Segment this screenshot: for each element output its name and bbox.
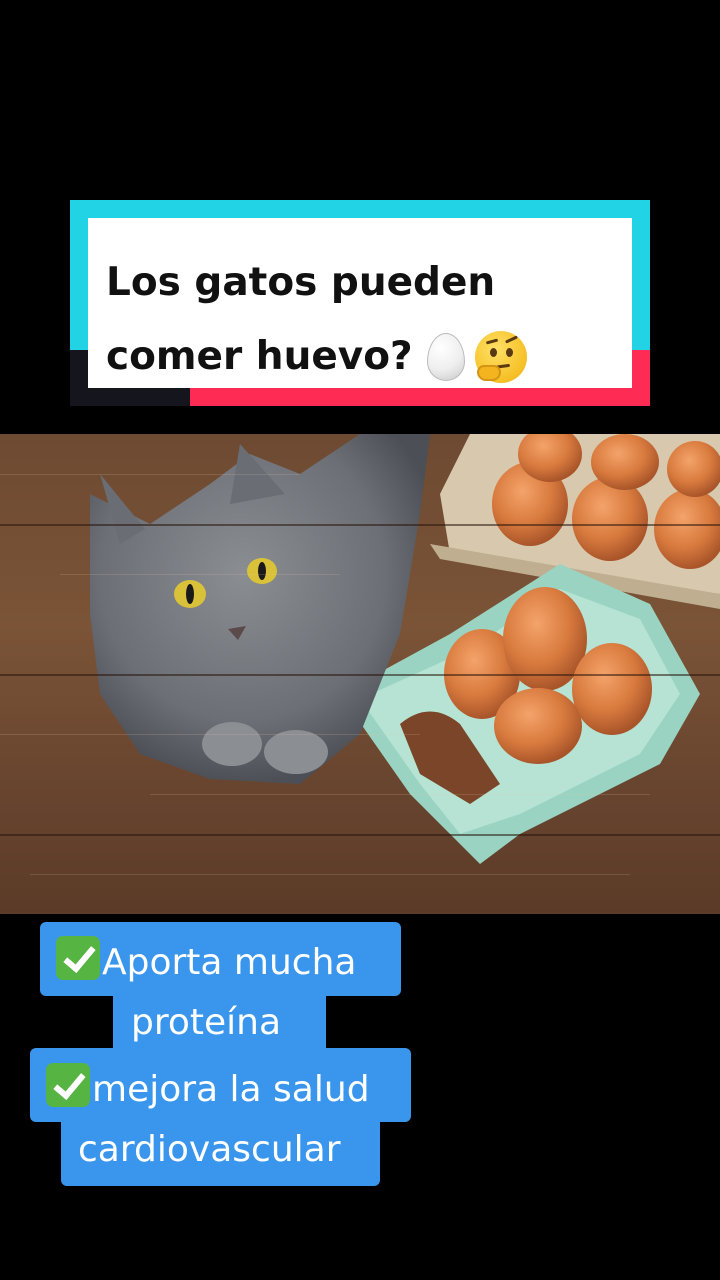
caption-line-3-row: mejora la salud bbox=[46, 1063, 370, 1114]
title-line-2: comer huevo? bbox=[106, 334, 413, 379]
egg-icon bbox=[426, 333, 465, 381]
thinking-face-icon bbox=[474, 331, 527, 383]
title-box: Los gatos pueden comer huevo? bbox=[88, 218, 632, 388]
check-mark-button-icon bbox=[46, 1063, 90, 1107]
title-line-2-row: comer huevo? bbox=[106, 320, 614, 394]
title-line-1: Los gatos pueden bbox=[106, 260, 496, 305]
title-card: Los gatos pueden comer huevo? bbox=[70, 200, 650, 406]
check-mark-button-icon bbox=[56, 936, 100, 980]
caption-line-1-row: Aporta mucha bbox=[56, 936, 356, 987]
caption-line-3: mejora la salud bbox=[92, 1069, 370, 1110]
caption-line-2: proteína bbox=[131, 1002, 282, 1043]
caption-line-4: cardiovascular bbox=[78, 1129, 341, 1170]
cat-eggs-photo bbox=[0, 434, 720, 914]
caption-line-1: Aporta mucha bbox=[102, 942, 357, 983]
